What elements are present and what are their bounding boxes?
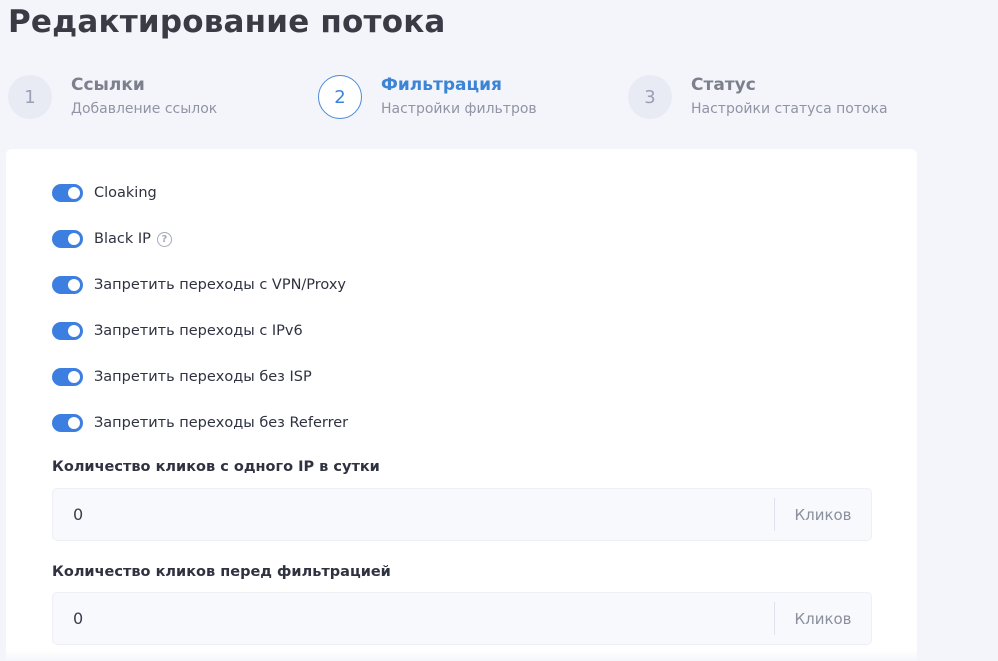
block-no-isp-toggle[interactable] [52,368,83,386]
block-no-referrer-toggle[interactable] [52,414,83,432]
cloaking-toggle[interactable] [52,184,83,202]
cloaking-row: Cloaking [52,182,157,204]
block-no-isp-row: Запретить переходы без ISP [52,366,312,388]
black-ip-toggle[interactable] [52,230,83,248]
clicks-before-filter-field: 0 Кликов [52,592,872,645]
bottom-fade [0,650,998,661]
block-vpn-toggle[interactable] [52,276,83,294]
block-no-referrer-label: Запретить переходы без Referrer [94,415,349,431]
block-ipv6-toggle[interactable] [52,322,83,340]
filter-settings-card: Cloaking Black IP ? Запретить переходы с… [6,149,917,661]
clicks-before-filter-input[interactable]: 0 [53,609,774,628]
step-title: Фильтрация [381,75,502,95]
black-ip-label: Black IP [94,231,151,247]
question-circle-icon[interactable]: ? [156,231,172,247]
step-title: Статус [691,75,756,95]
block-vpn-row: Запретить переходы с VPN/Proxy [52,274,346,296]
page-title: Редактирование потока [8,4,446,40]
block-vpn-label: Запретить переходы с VPN/Proxy [94,277,347,293]
step-number: 1 [8,75,52,119]
clicks-per-ip-input[interactable]: 0 [53,505,774,524]
clicks-suffix: Кликов [794,505,852,524]
step-number: 3 [628,75,672,119]
block-no-referrer-row: Запретить переходы без Referrer [52,412,348,434]
step-subtitle: Настройки фильтров [381,101,537,117]
clicks-suffix: Кликов [794,609,852,628]
step-subtitle: Настройки статуса потока [691,101,888,117]
block-ipv6-row: Запретить переходы с IPv6 [52,320,303,342]
black-ip-row: Black IP ? [52,228,172,250]
clicks-per-ip-field: 0 Кликов [52,488,872,541]
clicks-per-ip-label: Количество кликов с одного IP в сутки [52,459,380,475]
clicks-before-filter-label: Количество кликов перед фильтрацией [52,564,391,580]
block-no-isp-label: Запретить переходы без ISP [94,369,312,385]
step-number: 2 [318,75,362,119]
step-title: Ссылки [71,75,145,95]
step-subtitle: Добавление ссылок [71,101,218,117]
stepper: 1 Ссылки Добавление ссылок 2 Фильтрация … [0,70,998,130]
block-ipv6-label: Запретить переходы с IPv6 [94,323,303,339]
cloaking-label: Cloaking [94,185,157,201]
